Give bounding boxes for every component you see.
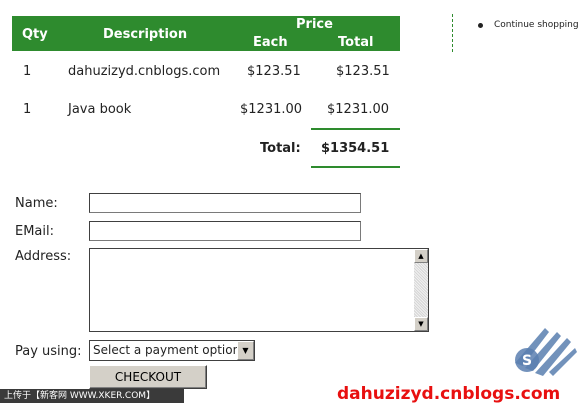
description-header: Description [103, 27, 188, 42]
row-description: Java book [68, 102, 132, 117]
email-label: EMail: [15, 224, 54, 239]
total-divider-top [311, 128, 400, 130]
scroll-up-icon[interactable]: ▲ [414, 249, 428, 263]
row-total-price: $123.51 [336, 64, 390, 79]
price-header: Price [296, 17, 333, 32]
address-textarea[interactable]: ▲ ▼ [89, 248, 429, 332]
row-total-price: $1231.00 [327, 102, 390, 117]
row-qty: 1 [23, 64, 32, 79]
row-qty: 1 [23, 102, 32, 117]
name-label: Name: [15, 196, 58, 211]
qty-header: Qty [22, 27, 48, 42]
watermark-text: dahuzizyd.cnblogs.com [337, 384, 561, 404]
address-label: Address: [15, 249, 72, 264]
pay-using-label: Pay using: [15, 344, 82, 359]
checkout-button[interactable]: CHECKOUT [89, 365, 207, 389]
total-divider-bottom [311, 166, 400, 168]
total-header: Total [338, 35, 374, 50]
name-field[interactable] [89, 193, 361, 213]
row-each-price: $123.51 [247, 64, 301, 79]
bullet-icon [478, 23, 483, 28]
upload-caption: 上传于【新客网 WWW.XKER.COM】 [0, 389, 184, 403]
payment-select[interactable]: Select a payment option ▼ [89, 340, 255, 361]
grand-total-value: $1354.51 [321, 141, 390, 156]
scroll-down-icon[interactable]: ▼ [414, 317, 428, 331]
each-header: Each [253, 35, 288, 50]
address-scrollbar[interactable]: ▲ ▼ [414, 249, 428, 331]
email-field[interactable] [89, 221, 361, 241]
sidebar-divider [452, 14, 453, 52]
row-description: dahuzizyd.cnblogs.com [68, 64, 221, 79]
cart-header: Qty Description Price Each Total [12, 16, 400, 51]
continue-shopping-link[interactable]: Continue shopping [494, 20, 579, 30]
chevron-down-icon[interactable]: ▼ [237, 341, 254, 360]
svg-text:S: S [522, 353, 532, 369]
payment-select-value: Select a payment option [93, 343, 241, 357]
row-each-price: $1231.00 [240, 102, 303, 117]
grand-total-label: Total: [260, 141, 301, 156]
